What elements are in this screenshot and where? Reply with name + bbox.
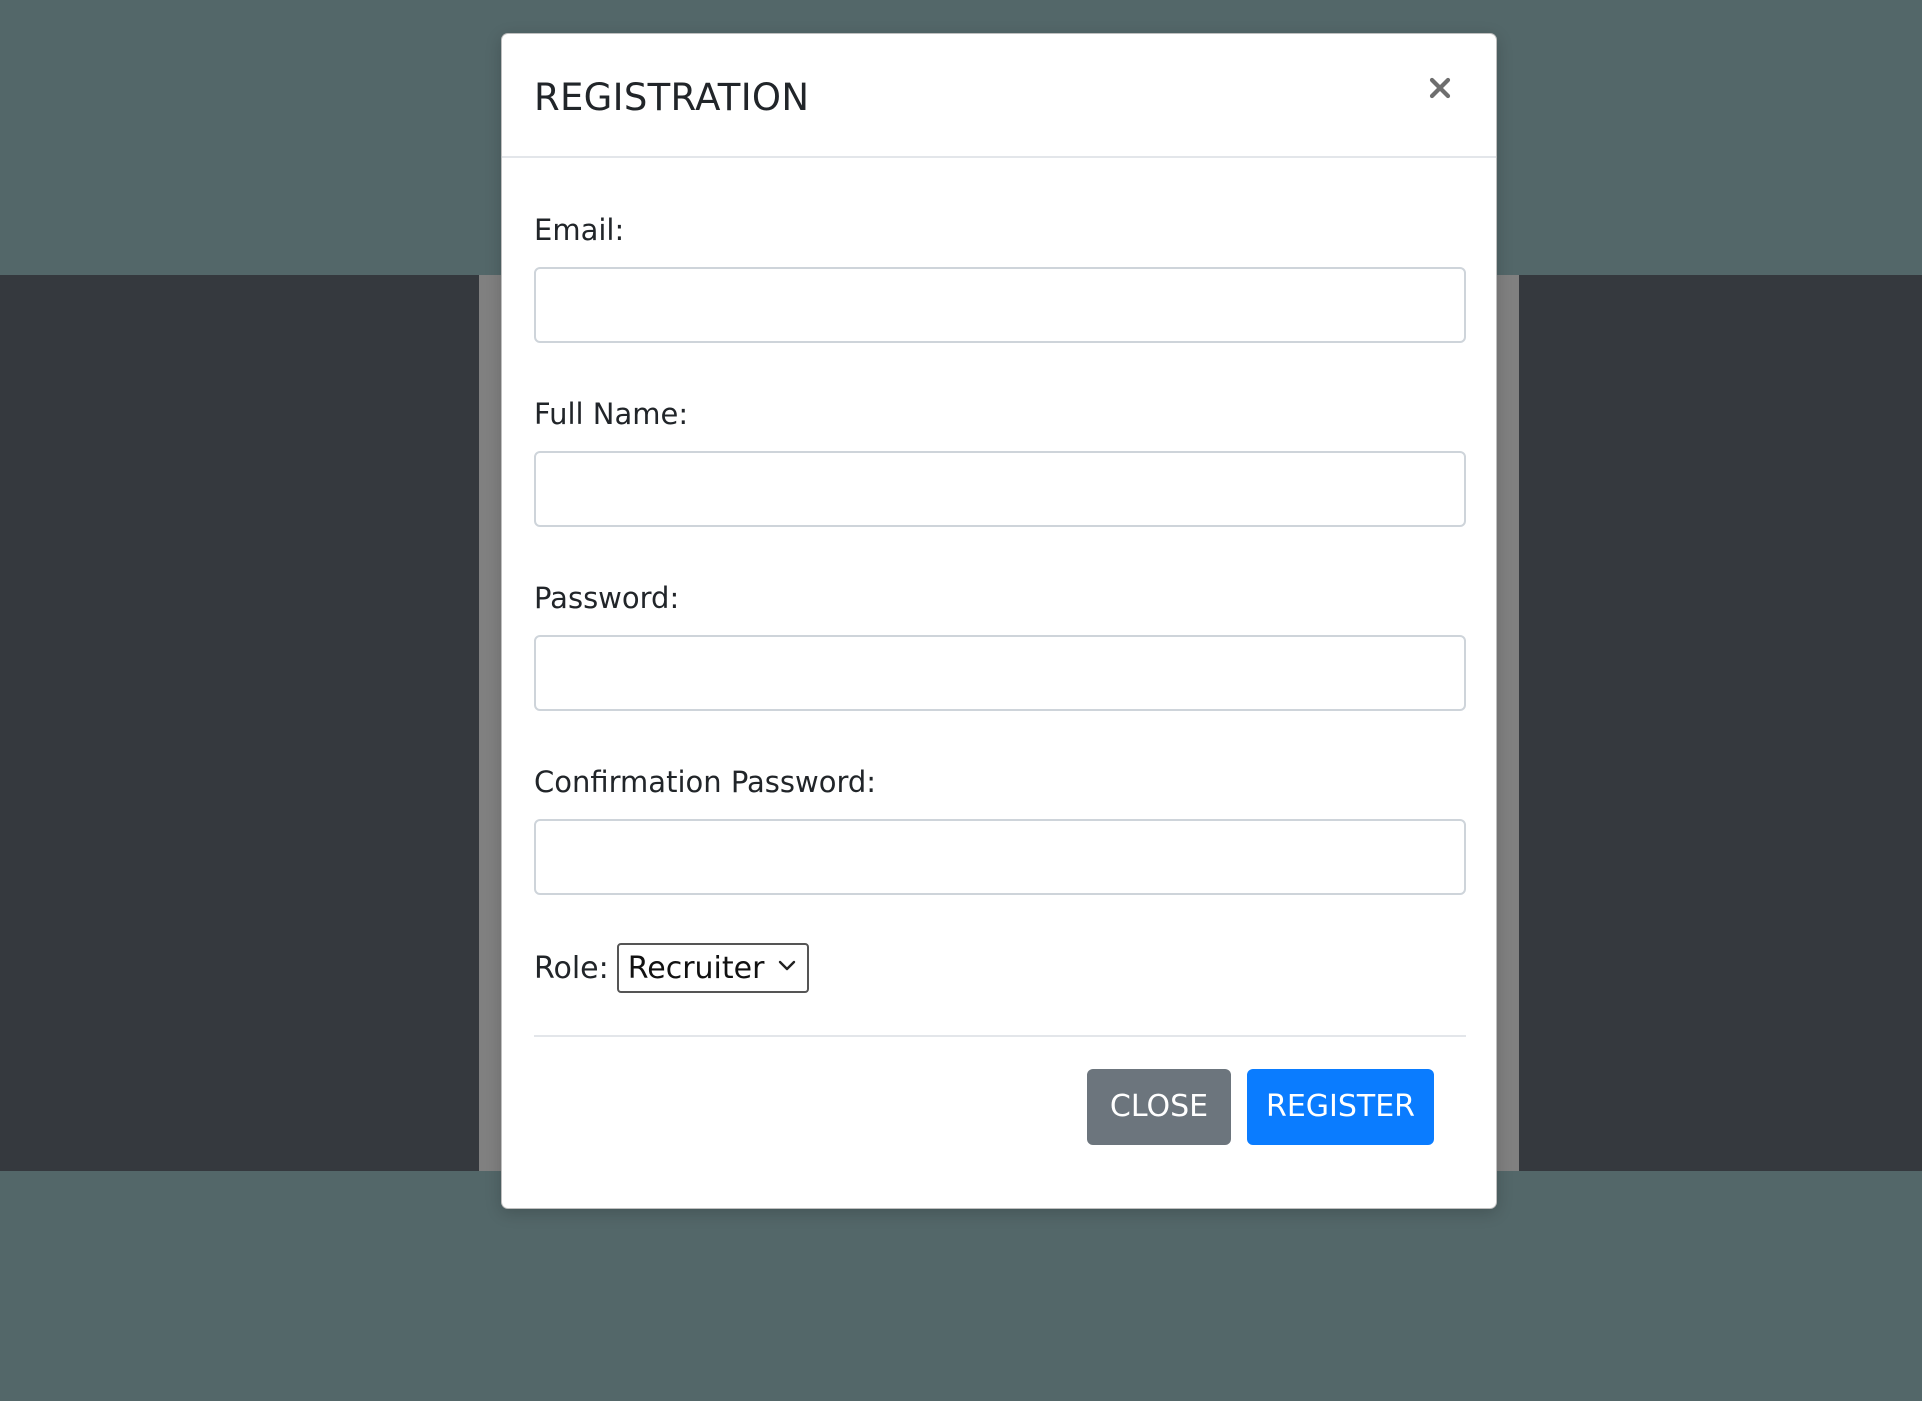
chevron-down-icon bbox=[778, 960, 795, 971]
password-label: Password: bbox=[534, 581, 680, 615]
confirm-password-label: Confirmation Password: bbox=[534, 765, 877, 799]
role-label: Role: bbox=[534, 950, 609, 986]
confirm-password-field[interactable] bbox=[534, 819, 1466, 895]
registration-modal: REGISTRATION Email: Full Name: Password:… bbox=[501, 33, 1497, 1209]
role-select-value: Recruiter bbox=[627, 950, 765, 986]
close-button[interactable]: CLOSE bbox=[1087, 1069, 1231, 1145]
page-backdrop: REGISTRATION Email: Full Name: Password:… bbox=[0, 0, 1922, 1401]
footer-divider bbox=[534, 1035, 1466, 1037]
role-select[interactable]: Recruiter bbox=[616, 943, 809, 993]
role-row: Role: Recruiter bbox=[534, 942, 809, 994]
email-label: Email: bbox=[534, 213, 625, 247]
full-name-field[interactable] bbox=[534, 451, 1466, 527]
modal-header: REGISTRATION bbox=[502, 34, 1496, 158]
modal-close-button[interactable] bbox=[1420, 68, 1460, 108]
close-icon bbox=[1429, 77, 1451, 99]
password-field[interactable] bbox=[534, 635, 1466, 711]
full-name-label: Full Name: bbox=[534, 397, 689, 431]
modal-title: REGISTRATION bbox=[534, 76, 810, 119]
register-button[interactable]: REGISTER bbox=[1247, 1069, 1434, 1145]
email-field[interactable] bbox=[534, 267, 1466, 343]
